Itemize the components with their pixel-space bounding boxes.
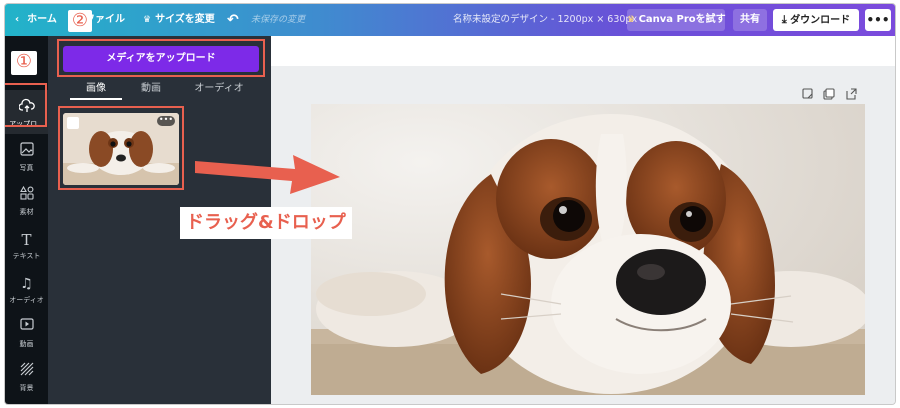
canvas-dog-image[interactable] — [311, 104, 865, 395]
nav-item-video[interactable]: 動画 — [5, 310, 48, 354]
share-button[interactable]: 共有 — [733, 9, 767, 31]
elements-icon — [5, 185, 48, 206]
nav-label: テキスト — [12, 252, 41, 260]
drag-and-drop-label: ドラッグ&ドロップ — [180, 207, 352, 239]
nav-item-background[interactable]: 背景 — [5, 354, 48, 398]
editor-toolbar — [271, 36, 895, 66]
top-bar: ‹ ホーム ファイル ♛ サイズを変更 ↶ 未保存の変更 名称未設定のデザイン - … — [5, 4, 895, 36]
highlight-upload-button — [57, 39, 265, 77]
duplicate-page-icon[interactable] — [823, 88, 835, 100]
nav-item-audio[interactable]: ♫ オーディオ — [5, 266, 48, 310]
try-canva-pro-button[interactable]: ♛ Canva Proを試す — [627, 9, 726, 31]
nav-label: オーディオ — [9, 296, 44, 304]
nav-item-elements[interactable]: 素材 — [5, 178, 48, 222]
pro-label: Canva Proを試す — [638, 14, 726, 25]
page-tools — [801, 86, 861, 100]
step-2-marker: ② — [68, 10, 92, 32]
back-home-button[interactable]: ‹ ホーム — [15, 4, 57, 36]
nav-item-photos[interactable]: 写真 — [5, 134, 48, 178]
tab-images[interactable]: 画像 — [70, 80, 122, 100]
crown-icon: ♛ — [143, 15, 152, 25]
home-label: ホーム — [27, 14, 57, 25]
video-icon — [5, 318, 48, 338]
chevron-left-icon: ‹ — [15, 14, 20, 25]
more-options-button[interactable]: ••• — [865, 9, 891, 31]
nav-label: 写真 — [19, 164, 34, 172]
nav-label: 動画 — [19, 340, 34, 348]
add-page-icon[interactable] — [846, 88, 857, 100]
design-title[interactable]: 名称未設定のデザイン - 1200px × 630px — [453, 4, 637, 36]
background-icon — [5, 362, 48, 382]
tab-videos[interactable]: 動画 — [130, 80, 172, 100]
highlight-uploads-nav — [5, 83, 47, 127]
drag-arrow-icon — [195, 155, 340, 194]
design-workspace — [271, 36, 895, 404]
resize-label: サイズを変更 — [155, 14, 215, 25]
music-note-icon: ♫ — [20, 276, 33, 292]
nav-label: 背景 — [19, 384, 34, 392]
text-icon: T — [21, 231, 32, 249]
nav-label: 素材 — [19, 208, 34, 216]
highlight-thumbnail — [58, 106, 184, 190]
download-label: ダウンロード — [790, 15, 851, 26]
unsaved-status: 未保存の変更 — [251, 15, 306, 25]
photo-icon — [5, 142, 48, 162]
app-window: ‹ ホーム ファイル ♛ サイズを変更 ↶ 未保存の変更 名称未設定のデザイン - … — [4, 3, 896, 405]
note-icon[interactable] — [802, 88, 813, 99]
undo-icon[interactable]: ↶ — [227, 4, 239, 36]
resize-button[interactable]: ♛ サイズを変更 — [143, 4, 215, 36]
crown-icon: ♛ — [627, 15, 636, 25]
download-icon: ⤓ — [781, 13, 787, 26]
nav-item-text[interactable]: T テキスト — [5, 222, 48, 266]
tab-audio[interactable]: オーディオ — [188, 80, 250, 100]
dog-photo — [311, 104, 865, 395]
download-button[interactable]: ⤓ ダウンロード — [773, 9, 859, 31]
step-1-marker: ① — [11, 51, 37, 75]
